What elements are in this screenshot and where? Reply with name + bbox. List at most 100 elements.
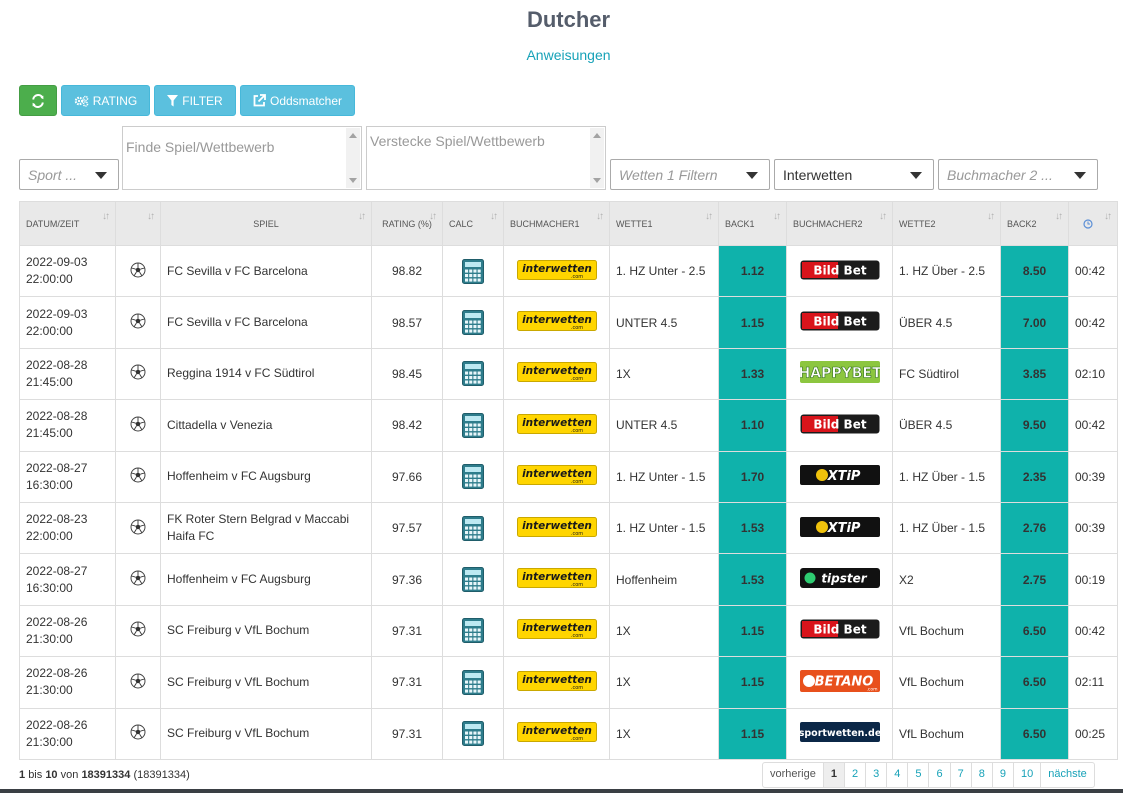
pagination-page[interactable]: 3 (865, 763, 886, 787)
calculator-icon[interactable] (462, 464, 484, 492)
calculator-icon[interactable] (462, 310, 484, 338)
header-bet1[interactable]: WETTE1 ↓↑ (609, 201, 719, 246)
header-bookmaker1[interactable]: BUCHMACHER1 ↓↑ (503, 201, 610, 246)
textarea-scrollbar[interactable] (346, 128, 360, 188)
header-rating[interactable]: RATING (%) ↓↑ (371, 201, 443, 246)
cell-back2[interactable]: 3.85 (1000, 347, 1069, 401)
bookmaker1-select[interactable]: Interwetten (774, 159, 934, 190)
header-game[interactable]: SPIEL ↓↑ (160, 201, 372, 246)
pagination-page[interactable]: 2 (843, 763, 865, 787)
calculator-icon[interactable] (462, 361, 484, 389)
cell-bookmaker2[interactable]: tipster (786, 553, 893, 606)
cell-bookmaker2[interactable]: XTiP (786, 501, 893, 555)
table-row[interactable]: 2022-08-26 21:30:00 SC Freiburg v VfL Boch… (19, 656, 1118, 709)
table-row[interactable]: 2022-08-27 16:30:00 Hoffenheim v FC Augsbu… (19, 450, 1118, 503)
table-row[interactable]: 2022-08-27 16:30:00 Hoffenheim v FC Augsbu… (19, 553, 1118, 606)
cell-calc[interactable] (442, 604, 504, 658)
cell-bookmaker2[interactable]: Bild Bet (786, 244, 893, 298)
cell-back1[interactable]: 1.53 (718, 501, 787, 555)
cell-game[interactable]: Reggina 1914 v FC Südtirol (160, 347, 372, 401)
cell-bookmaker2[interactable]: Bild Bet (786, 604, 893, 658)
table-row[interactable]: 2022-08-28 21:45:00 Reggina 1914 v FC Südt… (19, 347, 1118, 401)
oddsmatcher-button[interactable]: Oddsmatcher (240, 85, 355, 116)
cell-back1[interactable]: 1.10 (718, 399, 787, 452)
header-back2[interactable]: BACK2 ↓↑ (1000, 201, 1069, 246)
cell-back2[interactable]: 2.35 (1000, 450, 1069, 503)
cell-calc[interactable] (442, 501, 504, 555)
sport-select[interactable]: Sport ... (19, 159, 119, 190)
rating-button[interactable]: RATING (61, 85, 150, 116)
pagination-page[interactable]: 4 (886, 763, 907, 787)
cell-back2[interactable]: 9.50 (1000, 399, 1069, 452)
bets-filter-select[interactable]: Wetten 1 Filtern (610, 159, 770, 190)
cell-back1[interactable]: 1.15 (718, 656, 787, 709)
pagination-page[interactable]: 5 (907, 763, 928, 787)
cell-bookmaker1[interactable]: interwetten .com (503, 347, 610, 401)
hide-game-textarea[interactable]: Verstecke Spiel/Wettbewerb (366, 126, 606, 190)
header-bet2[interactable]: WETTE2 ↓↑ (892, 201, 1001, 246)
cell-bookmaker1[interactable]: interwetten .com (503, 604, 610, 658)
cell-bookmaker2[interactable]: Bild Bet (786, 296, 893, 349)
pagination-next[interactable]: nächste (1040, 763, 1094, 787)
table-row[interactable]: 2022-09-03 22:00:00 FC Sevilla v FC Barcel… (19, 296, 1118, 349)
pagination-page[interactable]: 9 (991, 763, 1013, 787)
pagination-previous[interactable]: vorherige (763, 763, 823, 787)
cell-game[interactable]: FK Roter Stern Belgrad v Maccabi Haifa F… (160, 501, 372, 555)
cell-bookmaker1[interactable]: interwetten .com (503, 244, 610, 298)
cell-calc[interactable] (442, 399, 504, 452)
cell-calc[interactable] (442, 553, 504, 606)
table-row[interactable]: 2022-09-03 22:00:00 FC Sevilla v FC Barcel… (19, 244, 1118, 298)
filter-button[interactable]: FILTER (154, 85, 236, 116)
cell-game[interactable]: FC Sevilla v FC Barcelona (160, 296, 372, 349)
header-datetime[interactable]: DATUM/ZEIT ↓↑ (19, 201, 116, 246)
cell-back2[interactable]: 2.76 (1000, 501, 1069, 555)
pagination-page[interactable]: 8 (970, 763, 992, 787)
cell-bookmaker2[interactable]: BETANO .com (786, 656, 893, 709)
pagination-page[interactable]: 6 (928, 763, 949, 787)
cell-bookmaker1[interactable]: interwetten .com (503, 501, 610, 555)
cell-game[interactable]: SC Freiburg v VfL Bochum (160, 656, 372, 709)
calculator-icon[interactable] (462, 515, 484, 544)
cell-calc[interactable] (442, 347, 504, 401)
instructions-link[interactable]: Anweisungen (0, 47, 1123, 63)
table-row[interactable]: 2022-08-26 21:30:00 SC Freiburg v VfL Boch… (19, 604, 1118, 658)
cell-back2[interactable]: 6.50 (1000, 707, 1069, 760)
cell-calc[interactable] (442, 244, 504, 298)
header-age[interactable]: ↓↑ (1068, 201, 1118, 246)
cell-back2[interactable]: 6.50 (1000, 656, 1069, 709)
cell-bookmaker1[interactable]: interwetten .com (503, 656, 610, 709)
pagination-page[interactable]: 7 (949, 763, 971, 787)
cell-game[interactable]: Cittadella v Venezia (160, 399, 372, 452)
refresh-button[interactable] (19, 85, 57, 116)
cell-back1[interactable]: 1.70 (718, 450, 787, 503)
cell-calc[interactable] (442, 656, 504, 709)
calculator-icon[interactable] (462, 258, 484, 287)
cell-back2[interactable]: 2.75 (1000, 553, 1069, 606)
calculator-icon[interactable] (462, 669, 484, 698)
cell-game[interactable]: FC Sevilla v FC Barcelona (160, 244, 372, 298)
calculator-icon[interactable] (462, 567, 484, 595)
cell-bookmaker2[interactable]: HAPPYBET (786, 347, 893, 401)
cell-bookmaker1[interactable]: interwetten .com (503, 450, 610, 503)
calculator-icon[interactable] (462, 721, 484, 749)
pagination-page[interactable]: 10 (1012, 763, 1040, 787)
cell-back1[interactable]: 1.15 (718, 296, 787, 349)
cell-back1[interactable]: 1.12 (718, 244, 787, 298)
calculator-icon[interactable] (462, 412, 484, 441)
cell-back1[interactable]: 1.15 (718, 707, 787, 760)
cell-back2[interactable]: 6.50 (1000, 604, 1069, 658)
textarea-scrollbar[interactable] (590, 128, 604, 188)
find-game-textarea[interactable]: Finde Spiel/Wettbewerb (122, 126, 362, 190)
cell-calc[interactable] (442, 296, 504, 349)
table-row[interactable]: 2022-08-28 21:45:00 Cittadella v Venezia 98… (19, 399, 1118, 452)
header-sport[interactable]: ↓↑ (115, 201, 161, 246)
table-row[interactable]: 2022-08-23 22:00:00 FK Roter Stern Belgrad… (19, 501, 1118, 555)
cell-game[interactable]: SC Freiburg v VfL Bochum (160, 604, 372, 658)
cell-bookmaker2[interactable]: sportwetten.de (786, 707, 893, 760)
cell-back1[interactable]: 1.53 (718, 553, 787, 606)
cell-bookmaker2[interactable]: XTiP (786, 450, 893, 503)
cell-bookmaker1[interactable]: interwetten .com (503, 296, 610, 349)
cell-game[interactable]: SC Freiburg v VfL Bochum (160, 707, 372, 760)
cell-back1[interactable]: 1.15 (718, 604, 787, 658)
cell-calc[interactable] (442, 450, 504, 503)
